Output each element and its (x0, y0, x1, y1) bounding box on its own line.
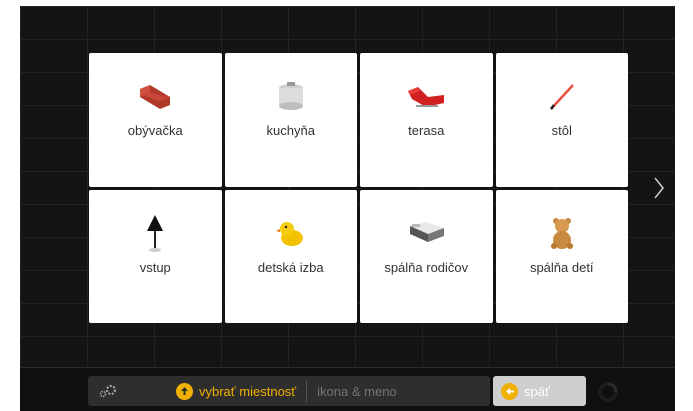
lounger-icon (406, 79, 446, 113)
bed-icon (406, 216, 446, 250)
app-screen: obývačka kuchyňa terasa stôl vstup detsk… (20, 6, 675, 411)
room-tile-spalna-rodicov[interactable]: spálňa rodičov (360, 189, 493, 323)
room-tile-vstup[interactable]: vstup (89, 189, 222, 323)
loading-spinner-icon (598, 382, 618, 402)
room-tile-detska-izba[interactable]: detská izba (224, 189, 357, 323)
umbrella-icon (135, 214, 175, 252)
teddy-bear-icon (542, 216, 582, 250)
select-room-button[interactable]: vybrať miestnosť (176, 376, 296, 406)
sofa-icon (135, 79, 175, 113)
room-tile-obyvacka[interactable]: obývačka (89, 53, 222, 187)
room-label: spálňa rodičov (384, 259, 469, 275)
room-tile-kuchyna[interactable]: kuchyňa (224, 53, 357, 187)
divider (306, 380, 308, 402)
room-label: stôl (551, 123, 572, 138)
control-strip: vybrať miestnosť (88, 376, 490, 406)
bottom-toolbar: vybrať miestnosť späť (20, 367, 675, 411)
room-label: terasa (408, 123, 445, 138)
settings-gear-icon[interactable] (88, 376, 128, 406)
next-page-chevron-icon[interactable] (652, 176, 666, 200)
back-label: späť (524, 383, 550, 399)
pot-icon (271, 79, 311, 113)
back-button[interactable]: späť (493, 376, 586, 406)
duck-icon (271, 216, 311, 250)
room-label: detská izba (257, 259, 324, 275)
icon-name-input[interactable] (315, 382, 480, 400)
room-label: kuchyňa (266, 123, 315, 138)
room-tile-stol[interactable]: stôl (495, 53, 628, 187)
arrow-up-icon (176, 382, 193, 400)
room-label: obývačka (127, 123, 183, 138)
room-tile-terasa[interactable]: terasa (360, 53, 493, 187)
pencil-icon (542, 79, 582, 113)
room-label: vstup (139, 259, 171, 275)
room-grid: obývačka kuchyňa terasa stôl vstup detsk… (89, 53, 628, 323)
select-room-label: vybrať miestnosť (199, 383, 297, 399)
room-tile-spalna-deti[interactable]: spálňa detí (495, 189, 628, 323)
room-label: spálňa detí (529, 259, 594, 275)
arrow-left-icon (501, 382, 518, 400)
